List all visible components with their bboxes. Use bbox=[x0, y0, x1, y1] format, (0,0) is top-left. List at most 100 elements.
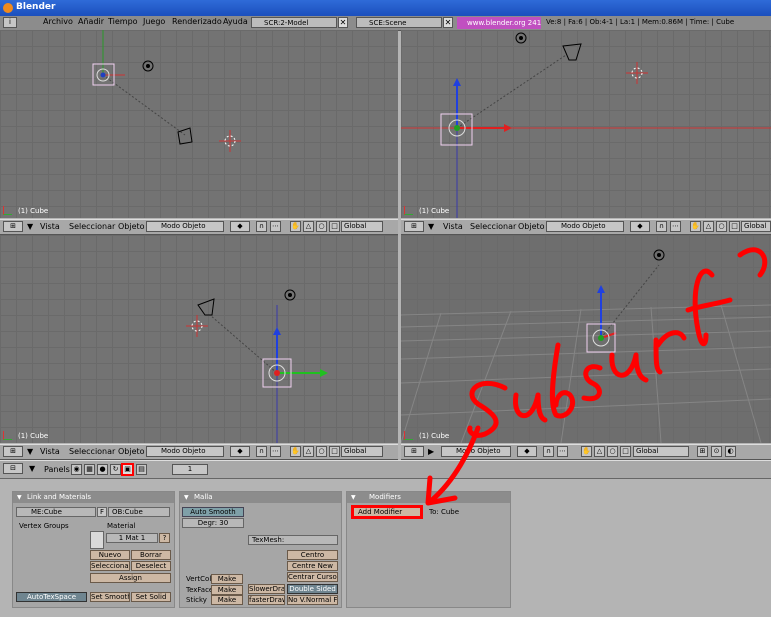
shading-context-icon[interactable]: ● bbox=[97, 464, 108, 475]
layers-icon[interactable]: ⋯ bbox=[270, 221, 281, 232]
view-type-icon[interactable]: ⊞ bbox=[3, 221, 23, 232]
viewport-top-right[interactable]: (1) Cube bbox=[401, 30, 771, 218]
panel-title[interactable]: Modifiers bbox=[347, 492, 510, 503]
sticky-make-button[interactable]: Make bbox=[211, 595, 243, 605]
pivot-icon[interactable]: ∩ bbox=[543, 446, 554, 457]
rotate-icon[interactable]: ○ bbox=[716, 221, 727, 232]
mode-selector[interactable]: Modo Objeto bbox=[146, 446, 224, 457]
blender-url-link[interactable]: www.blender.org 241 bbox=[457, 17, 541, 29]
panel-title[interactable]: Malla bbox=[180, 492, 341, 503]
texface-make-button[interactable]: Make bbox=[211, 585, 243, 595]
translate-icon[interactable]: △ bbox=[703, 221, 714, 232]
draw-type-icon[interactable]: ◆ bbox=[517, 446, 537, 457]
menu-tiempo[interactable]: Tiempo bbox=[108, 17, 138, 26]
double-sided-toggle[interactable]: Double Sided bbox=[287, 584, 338, 594]
collapse-triangle-icon[interactable]: ▶ bbox=[428, 447, 434, 456]
translate-icon[interactable]: △ bbox=[303, 446, 314, 457]
hand-icon[interactable]: ✋ bbox=[290, 221, 301, 232]
buttons-window-type-icon[interactable]: ⊟ bbox=[3, 463, 23, 474]
screen-selector[interactable]: SCR:2-Model bbox=[251, 17, 337, 28]
mode-selector[interactable]: Modo Objeto bbox=[146, 221, 224, 232]
menu-seleccionar[interactable]: Seleccionar bbox=[470, 222, 516, 231]
deselect-button[interactable]: Deselect bbox=[131, 561, 171, 571]
centrar-cursor-button[interactable]: Centrar Cursor bbox=[287, 572, 338, 582]
pivot-icon[interactable]: ∩ bbox=[256, 221, 267, 232]
hand-icon[interactable]: ✋ bbox=[581, 446, 592, 457]
panel-title[interactable]: Link and Materials bbox=[13, 492, 174, 503]
viewport-bottom-left[interactable]: (1) Cube bbox=[0, 235, 398, 443]
mode-selector[interactable]: Modo Objeto bbox=[546, 221, 624, 232]
script-context-icon[interactable]: ▦ bbox=[84, 464, 95, 475]
no-vnormal-flip-toggle[interactable]: No V.Normal Fli bbox=[287, 595, 338, 605]
menu-vista[interactable]: Vista bbox=[443, 222, 463, 231]
scene-selector[interactable]: SCE:Scene bbox=[356, 17, 442, 28]
logic-context-icon[interactable]: ◉ bbox=[71, 464, 82, 475]
object-context-icon[interactable]: ↻ bbox=[110, 464, 121, 475]
scale-icon[interactable]: □ bbox=[620, 446, 631, 457]
scale-icon[interactable]: □ bbox=[729, 221, 740, 232]
pivot-icon[interactable]: ∩ bbox=[256, 446, 267, 457]
auto-smooth-toggle[interactable]: Auto Smooth bbox=[182, 507, 244, 517]
menu-objeto[interactable]: Objeto bbox=[518, 222, 545, 231]
menu-vista[interactable]: Vista bbox=[40, 447, 60, 456]
render-icon[interactable]: ◐ bbox=[725, 446, 736, 457]
material-color-swatch[interactable] bbox=[90, 531, 104, 549]
hand-icon[interactable]: ✋ bbox=[690, 221, 701, 232]
set-solid-button[interactable]: Set Solid bbox=[131, 592, 171, 602]
scale-icon[interactable]: □ bbox=[329, 446, 340, 457]
vertcol-make-button[interactable]: Make bbox=[211, 574, 243, 584]
editing-context-icon[interactable]: ▣ bbox=[121, 463, 134, 476]
menu-archivo[interactable]: Archivo bbox=[43, 17, 73, 26]
layers-icon[interactable]: ⋯ bbox=[270, 446, 281, 457]
viewport-top-left[interactable]: (1) Cube bbox=[0, 30, 398, 218]
window-type-icon[interactable]: i bbox=[3, 17, 17, 28]
draw-type-icon[interactable]: ◆ bbox=[630, 221, 650, 232]
menu-seleccionar[interactable]: Seleccionar bbox=[69, 222, 115, 231]
nuevo-button[interactable]: Nuevo bbox=[90, 550, 130, 560]
layers-icon[interactable]: ⋯ bbox=[670, 221, 681, 232]
menu-ayuda[interactable]: Ayuda bbox=[223, 17, 248, 26]
rotate-icon[interactable]: ○ bbox=[607, 446, 618, 457]
collapse-triangle-icon[interactable]: ▼ bbox=[27, 222, 33, 231]
centro-button[interactable]: Centro bbox=[287, 550, 338, 560]
scale-icon[interactable]: □ bbox=[329, 221, 340, 232]
menu-renderizado[interactable]: Renderizado bbox=[172, 17, 222, 26]
autotexspace-button[interactable]: AutoTexSpace bbox=[16, 592, 87, 602]
pivot-icon[interactable]: ∩ bbox=[656, 221, 667, 232]
seleccionar-button[interactable]: Seleccionar bbox=[90, 561, 130, 571]
translate-icon[interactable]: △ bbox=[594, 446, 605, 457]
rotate-icon[interactable]: ○ bbox=[316, 221, 327, 232]
view-type-icon[interactable]: ⊞ bbox=[3, 446, 23, 457]
view-type-icon[interactable]: ⊞ bbox=[404, 221, 424, 232]
fake-user-button[interactable]: F bbox=[97, 507, 107, 517]
translate-icon[interactable]: △ bbox=[303, 221, 314, 232]
panels-label[interactable]: Panels bbox=[44, 465, 70, 474]
rotate-icon[interactable]: ○ bbox=[316, 446, 327, 457]
viewport-bottom-right[interactable]: (1) Cube bbox=[401, 235, 771, 443]
orientation-selector[interactable]: Global bbox=[341, 221, 383, 232]
menu-vista[interactable]: Vista bbox=[40, 222, 60, 231]
grid-icon[interactable]: ⊞ bbox=[697, 446, 708, 457]
view-type-icon[interactable]: ⊞ bbox=[404, 446, 424, 457]
menu-objeto[interactable]: Objeto bbox=[118, 447, 145, 456]
layers-icon[interactable]: ⋯ bbox=[557, 446, 568, 457]
degr-stepper[interactable]: Degr: 30 bbox=[182, 518, 244, 528]
material-help-button[interactable]: ? bbox=[159, 533, 170, 543]
borrar-button[interactable]: Borrar bbox=[131, 550, 171, 560]
collapse-triangle-icon[interactable]: ▼ bbox=[27, 447, 33, 456]
menu-juego[interactable]: Juego bbox=[143, 17, 165, 26]
object-name-field[interactable]: OB:Cube bbox=[108, 507, 170, 517]
material-index-field[interactable]: 1 Mat 1 bbox=[106, 533, 158, 543]
scene-close-button[interactable]: ✕ bbox=[443, 17, 453, 28]
orientation-selector[interactable]: Global bbox=[341, 446, 383, 457]
assign-button[interactable]: Assign bbox=[90, 573, 171, 583]
frame-number-field[interactable]: 1 bbox=[172, 464, 208, 475]
draw-type-icon[interactable]: ◆ bbox=[230, 446, 250, 457]
texmesh-field[interactable]: TexMesh: bbox=[248, 535, 338, 545]
mesh-name-field[interactable]: ME:Cube bbox=[16, 507, 96, 517]
menu-seleccionar[interactable]: Seleccionar bbox=[69, 447, 115, 456]
faster-draw-button[interactable]: fasterDraw bbox=[248, 595, 285, 605]
scene-context-icon[interactable]: ▤ bbox=[136, 464, 147, 475]
orientation-selector[interactable]: Global bbox=[633, 446, 689, 457]
collapse-triangle-icon[interactable]: ▼ bbox=[428, 222, 434, 231]
